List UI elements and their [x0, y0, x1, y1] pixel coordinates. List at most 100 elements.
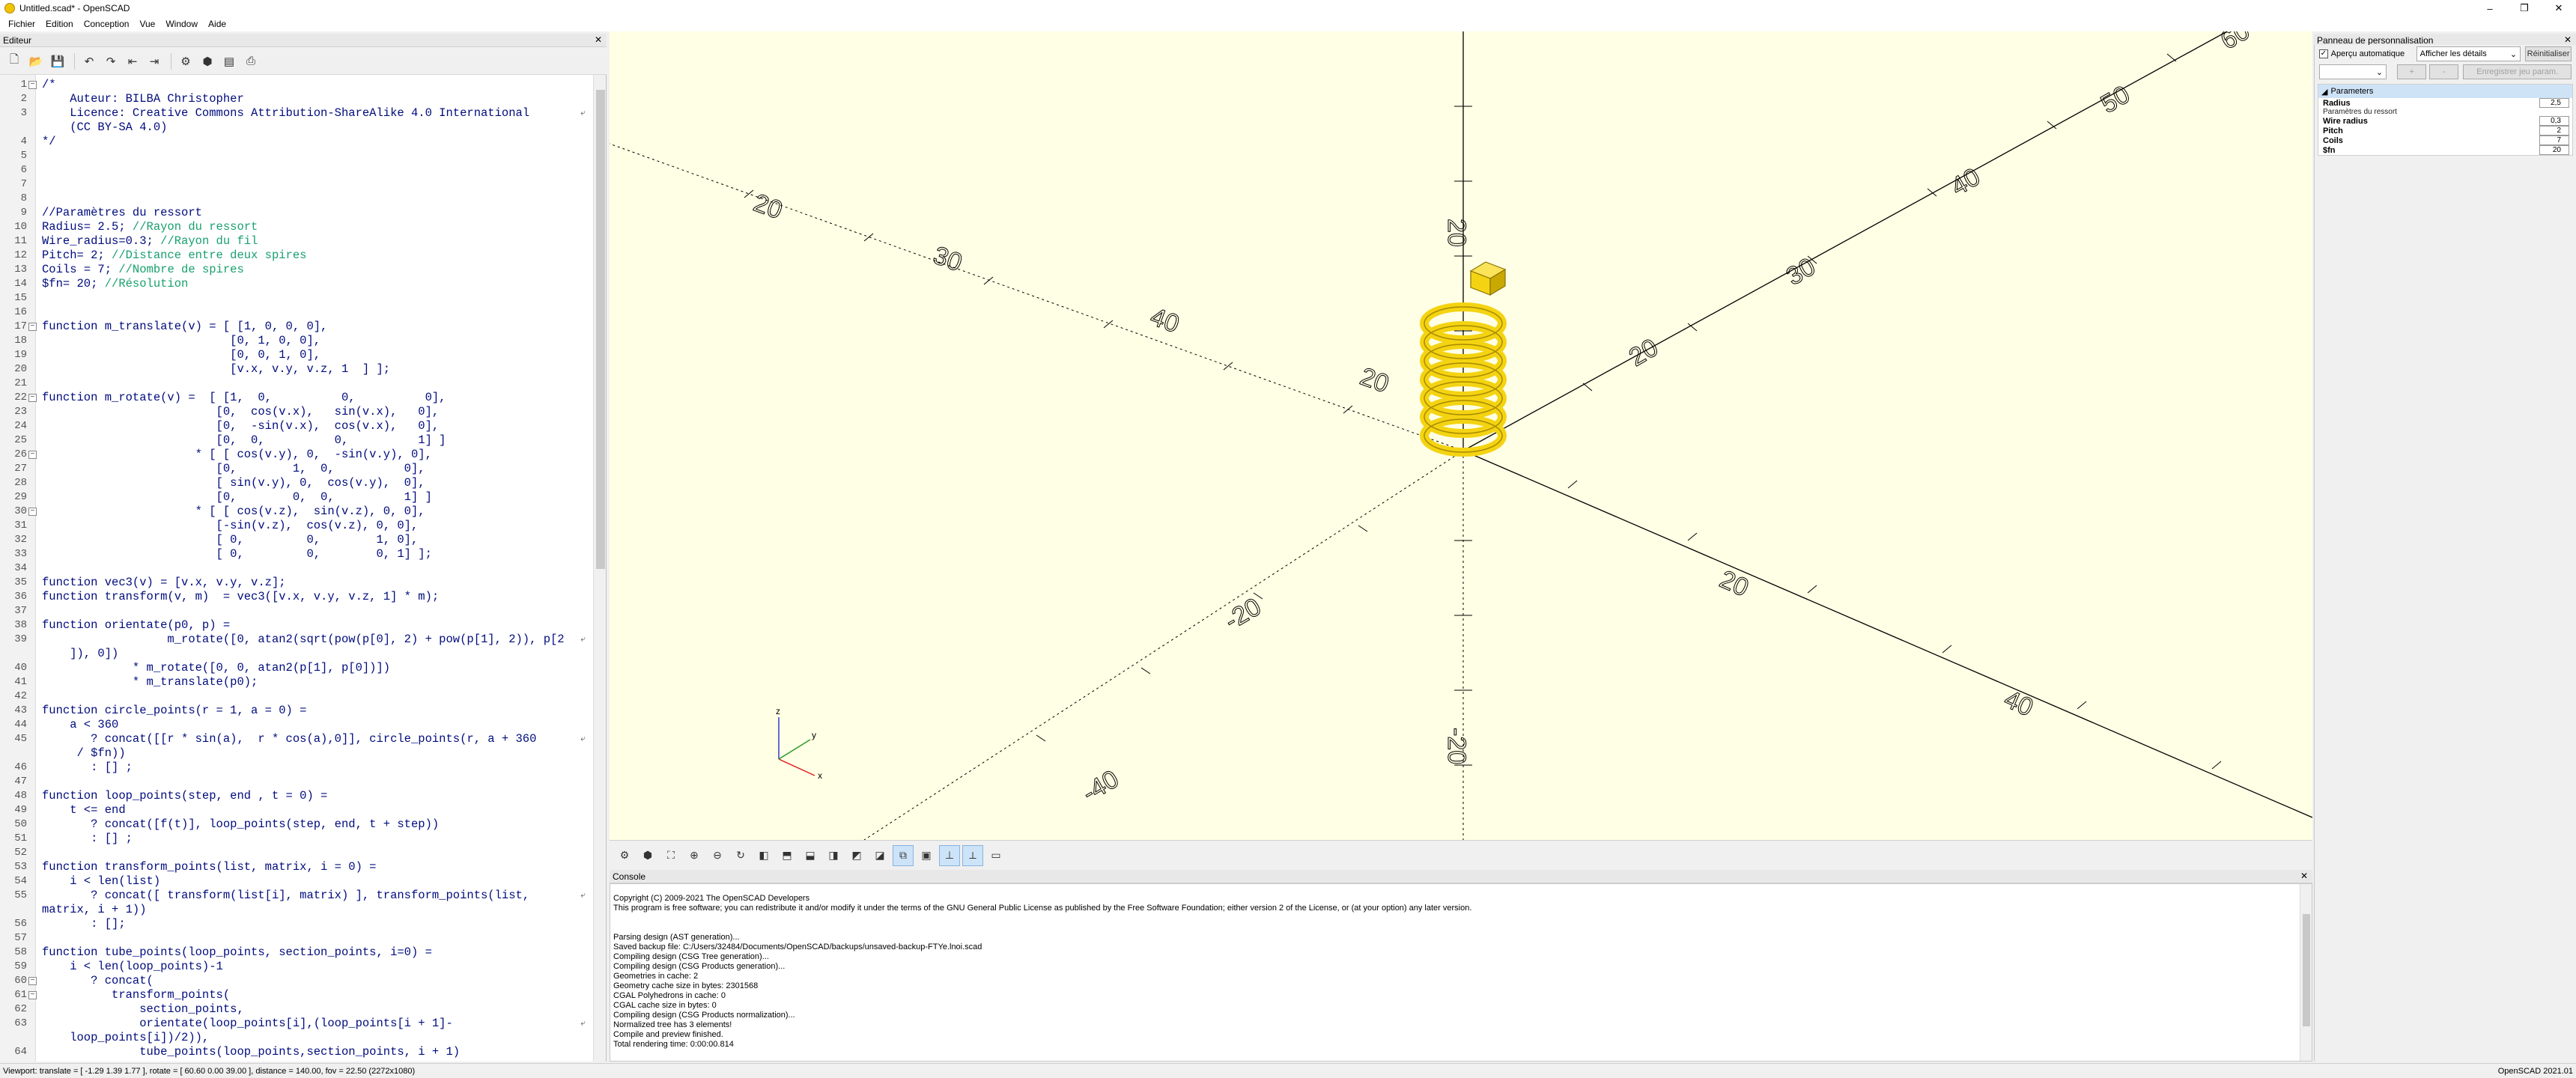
parameter-spinbox[interactable]: 20: [2539, 145, 2569, 155]
code-editor[interactable]: 1−/* 2 Auteur: BILBA Christopher 3 Licence…: [0, 75, 607, 1062]
close-window-button[interactable]: ✕: [2542, 0, 2576, 16]
code-line: 31 [-sin(v.z), cos(v.z), 0, 0],: [0, 519, 593, 533]
auto-preview-checkbox[interactable]: ✓: [2319, 49, 2328, 58]
code-line: 35 function vec3(v) = [v.x, v.y, v.z];: [0, 576, 593, 590]
remove-preset-button[interactable]: -: [2429, 64, 2459, 79]
menu-edition[interactable]: Edition: [40, 19, 79, 29]
code-text: tube_points(loop_points,section_points, …: [42, 1045, 461, 1059]
preset-select[interactable]: ⌄: [2319, 64, 2387, 79]
fold-toggle-icon[interactable]: −: [28, 394, 37, 402]
add-preset-button[interactable]: +: [2397, 64, 2427, 79]
undo-icon[interactable]: ↶: [79, 52, 99, 71]
line-number: 14: [14, 278, 27, 290]
3d-viewport[interactable]: 20 -20 20 40 20 40 30 20 20 30 40 50 60 …: [610, 31, 2312, 840]
view-left-icon[interactable]: ◨: [823, 845, 844, 866]
code-text: (CC BY-SA 4.0): [42, 121, 168, 134]
code-statement: $fn= 20;: [42, 277, 105, 290]
fold-toggle-icon[interactable]: −: [28, 323, 37, 331]
fold-toggle-icon[interactable]: −: [28, 508, 37, 516]
zoom-in-icon[interactable]: ⊕: [684, 845, 705, 866]
indent-icon[interactable]: ⇥: [145, 52, 164, 71]
code-statement: Radius= 2.5;: [42, 220, 133, 234]
reset-button[interactable]: Réinitialiser: [2525, 46, 2572, 61]
zoom-out-icon[interactable]: ⊖: [707, 845, 728, 866]
console-close-icon[interactable]: ✕: [2300, 871, 2308, 881]
code-text: [v.x, v.y, v.z, 1 ] ];: [42, 362, 391, 376]
console-output[interactable]: Copyright (C) 2009-2021 The OpenSCAD Dev…: [610, 883, 2312, 1062]
open-file-icon[interactable]: 📂: [26, 52, 46, 71]
code-line: 13 Coils = 7; //Nombre de spires: [0, 263, 593, 277]
line-number: 16: [14, 306, 27, 318]
save-preset-button[interactable]: Enregistrer jeu param.: [2463, 64, 2572, 79]
fold-toggle-icon[interactable]: −: [28, 81, 37, 89]
neg-y-tick-label: -40: [1078, 764, 1124, 807]
customizer-close-icon[interactable]: ✕: [2564, 34, 2572, 45]
code-line: 42: [0, 689, 593, 704]
render-icon[interactable]: ⬢: [637, 845, 658, 866]
show-scale-icon[interactable]: ⟂: [962, 844, 983, 866]
show-axes-icon[interactable]: ⊥: [939, 844, 960, 866]
export-stl-icon[interactable]: ▤: [219, 52, 239, 71]
save-file-icon[interactable]: 💾: [48, 52, 67, 71]
unindent-icon[interactable]: ⇤: [123, 52, 142, 71]
reset-view-icon[interactable]: ↻: [730, 845, 751, 866]
send-to-print-icon[interactable]: ⎙: [241, 52, 261, 71]
view-all-icon[interactable]: ⛶: [660, 845, 681, 866]
code-text: Radius= 2.5; //Rayon du ressort: [42, 220, 258, 234]
console-scrollbar[interactable]: [2300, 884, 2312, 1061]
code-text: [ 0, 0, 1, 0],: [42, 533, 419, 546]
editor-dock-header: Editeur ✕: [0, 34, 607, 47]
editor-scrollbar-thumb[interactable]: [596, 90, 605, 569]
menu-window[interactable]: Window: [160, 19, 203, 29]
code-text: * [ [ cos(v.y), 0, -sin(v.y), 0],: [42, 448, 432, 461]
code-text: Pitch= 2; //Distance entre deux spires: [42, 249, 306, 263]
line-number: 6: [20, 164, 27, 176]
detail-select[interactable]: Afficher les détails ⌄: [2416, 46, 2521, 61]
menu-conception[interactable]: Conception: [79, 19, 135, 29]
code-text: $fn= 20; //Résolution: [42, 277, 188, 291]
orthogonal-icon[interactable]: ▣: [916, 845, 937, 866]
view-back-icon[interactable]: ◪: [869, 845, 890, 866]
editor-close-icon[interactable]: ✕: [595, 34, 602, 45]
line-number: 61: [14, 989, 27, 1001]
code-text: */: [42, 135, 56, 148]
code-line: 62 section_points,: [0, 1002, 593, 1017]
render-icon[interactable]: ⬢: [198, 52, 217, 71]
parameter-spinbox[interactable]: 2: [2539, 126, 2569, 135]
code-text: [0, 0, 1, 0],: [42, 348, 321, 362]
menu-aide[interactable]: Aide: [203, 19, 231, 29]
restore-button[interactable]: ❐: [2507, 0, 2542, 16]
menu-fichier[interactable]: Fichier: [3, 19, 40, 29]
line-number: 34: [14, 562, 27, 574]
new-file-icon[interactable]: 🗋: [4, 52, 24, 71]
code-line: 16: [0, 305, 593, 320]
code-text: : [] ;: [42, 832, 133, 845]
parameter-spinbox[interactable]: 7: [2539, 135, 2569, 145]
show-edges-icon[interactable]: ▭: [985, 845, 1006, 866]
parameters-group-header[interactable]: ◢ Parameters: [2318, 85, 2572, 98]
console-dock-header: Console ✕: [610, 870, 2312, 883]
minimize-button[interactable]: –: [2473, 0, 2507, 16]
spring-model[interactable]: [1420, 261, 1507, 457]
perspective-icon[interactable]: ⧉: [893, 844, 914, 866]
line-number: 8: [20, 192, 27, 204]
console-scrollbar-thumb[interactable]: [2303, 914, 2310, 1026]
code-line: 19 [0, 0, 1, 0],: [0, 348, 593, 362]
code-line: 28 [ sin(v.y), 0, cos(v.y), 0],: [0, 476, 593, 490]
view-front-icon[interactable]: ◩: [846, 845, 867, 866]
view-top-icon[interactable]: ⬒: [777, 845, 798, 866]
preview-icon[interactable]: ⚙: [176, 52, 195, 71]
menu-vue[interactable]: Vue: [134, 19, 160, 29]
view-bottom-icon[interactable]: ⬓: [800, 845, 821, 866]
status-bar: Viewport: translate = [ -1.29 1.39 1.77 …: [0, 1063, 2576, 1078]
preview-icon[interactable]: ⚙: [614, 845, 635, 866]
redo-icon[interactable]: ↷: [101, 52, 121, 71]
editor-scrollbar[interactable]: [593, 75, 606, 1062]
fold-toggle-icon[interactable]: −: [28, 451, 37, 459]
parameter-spinbox[interactable]: 0,3: [2539, 116, 2569, 126]
fold-toggle-icon[interactable]: −: [28, 977, 37, 985]
fold-toggle-icon[interactable]: −: [28, 991, 37, 999]
line-number: 4: [20, 135, 27, 147]
parameter-spinbox[interactable]: 2,5: [2539, 98, 2569, 108]
view-right-icon[interactable]: ◧: [753, 845, 774, 866]
